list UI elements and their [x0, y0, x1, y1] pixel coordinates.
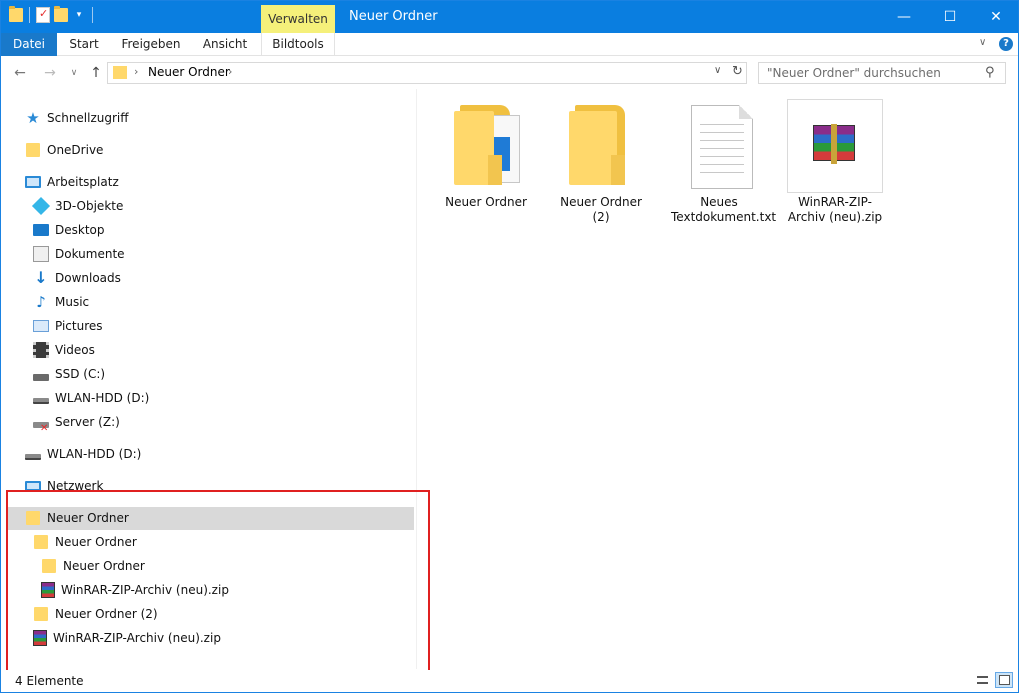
new-folder-icon[interactable] [54, 6, 68, 22]
close-button[interactable]: ✕ [973, 1, 1018, 33]
navigation-pane: ★ Schnellzugriff OneDrive Arbeitsplatz 3… [1, 89, 430, 676]
sidebar-item-label: WLAN-HDD (D:) [47, 447, 142, 461]
sidebar-item-label: Arbeitsplatz [47, 175, 119, 189]
maximize-button[interactable]: ☐ [927, 1, 973, 33]
back-button[interactable]: ← [11, 63, 29, 83]
sidebar-item-label: OneDrive [47, 143, 104, 157]
sidebar-item-label: Dokumente [55, 247, 125, 261]
sidebar-item-label: SSD (C:) [55, 367, 106, 381]
text-document-icon [671, 99, 767, 191]
sidebar-item-label: 3D-Objekte [55, 199, 124, 213]
breadcrumb-current[interactable]: Neuer Ordner [148, 65, 230, 79]
sidebar-item-videos[interactable]: Videos [33, 339, 95, 361]
sidebar-item-label: Pictures [55, 319, 103, 333]
3d-objects-icon [31, 196, 51, 216]
sidebar-item-label: Downloads [55, 271, 121, 285]
hdd-drive-icon [25, 454, 41, 460]
file-name: Neues Textdokument.txt [671, 195, 777, 224]
sidebar-item-label: Desktop [55, 223, 105, 237]
search-input[interactable]: "Neuer Ordner" durchsuchen ⚲ [758, 62, 1006, 84]
disconnected-drive-icon [33, 418, 49, 440]
up-button[interactable]: ↑ [87, 63, 105, 83]
navigation-bar: ← → ∨ ↑ › Neuer Ordner › ∨ ↻ "Neuer Ordn… [1, 57, 1018, 89]
details-view-icon[interactable] [973, 672, 991, 688]
minimize-button[interactable]: — [881, 1, 927, 33]
toolbar-divider [92, 7, 93, 23]
tab-verwalten[interactable]: Verwalten [261, 5, 335, 33]
title-bar: ✓ ▾ Verwalten Neuer Ordner — ☐ ✕ [1, 1, 1018, 33]
sidebar-item-schnellzugriff[interactable]: ★ Schnellzugriff [25, 107, 129, 129]
folder-icon [9, 6, 23, 22]
file-item[interactable]: Neuer Ordner (2) [553, 99, 649, 225]
sidebar-item-wlan-hdd-d[interactable]: WLAN-HDD (D:) [33, 387, 149, 409]
folder-with-content-icon [438, 99, 534, 191]
hdd-drive-icon [33, 398, 49, 404]
file-name: Neuer Ordner [445, 195, 527, 209]
file-item[interactable]: Neues Textdokument.txt [671, 99, 777, 225]
properties-icon[interactable]: ✓ [36, 7, 50, 23]
ssd-drive-icon [33, 373, 49, 381]
large-icons-view-icon[interactable] [995, 672, 1013, 688]
highlight-box [6, 490, 430, 676]
search-placeholder: "Neuer Ordner" durchsuchen [767, 66, 941, 80]
item-count: 4 Elemente [15, 674, 84, 688]
folder-icon [113, 66, 127, 79]
sidebar-item-music[interactable]: ♪ Music [33, 291, 89, 313]
downloads-icon: ↓ [34, 268, 48, 287]
computer-icon [25, 176, 41, 188]
sidebar-item-label: Schnellzugriff [47, 111, 129, 125]
sidebar-item-pictures[interactable]: Pictures [33, 315, 103, 337]
refresh-icon[interactable]: ↻ [732, 64, 743, 79]
tab-ansicht[interactable]: Ansicht [191, 33, 259, 56]
customize-toolbar-icon[interactable]: ▾ [72, 7, 86, 23]
star-icon: ★ [26, 109, 40, 127]
winrar-archive-icon [787, 99, 883, 193]
forward-button[interactable]: → [41, 63, 59, 83]
tab-datei[interactable]: Datei [1, 33, 57, 56]
sidebar-item-ssd-c[interactable]: SSD (C:) [33, 363, 105, 385]
toolbar-divider [29, 7, 30, 23]
sidebar-item-server-z[interactable]: Server (Z:) [33, 411, 120, 440]
expand-ribbon-icon[interactable]: ∨ [979, 37, 986, 48]
sidebar-item-onedrive[interactable]: OneDrive [25, 139, 103, 161]
file-list: Neuer Ordner Neuer Ordner (2) Neues Text… [418, 89, 1018, 669]
file-item[interactable]: Neuer Ordner [438, 99, 534, 210]
breadcrumb-separator[interactable]: › [134, 65, 138, 78]
ribbon-tabs: Datei Start Freigeben Ansicht Bildtools … [1, 33, 1018, 56]
file-item[interactable]: WinRAR-ZIP-Archiv (neu).zip [787, 99, 883, 225]
search-icon[interactable]: ⚲ [985, 65, 995, 80]
file-name: WinRAR-ZIP-Archiv (neu).zip [787, 195, 883, 224]
sidebar-item-label: WLAN-HDD (D:) [55, 391, 150, 405]
help-icon[interactable]: ? [999, 37, 1013, 51]
file-name: Neuer Ordner (2) [560, 195, 642, 224]
desktop-icon [33, 224, 49, 236]
documents-icon [33, 246, 49, 262]
sidebar-item-downloads[interactable]: ↓ Downloads [33, 267, 121, 289]
sidebar-item-3d-objekte[interactable]: 3D-Objekte [31, 195, 124, 217]
tab-freigeben[interactable]: Freigeben [111, 33, 191, 56]
breadcrumb-separator[interactable]: › [228, 65, 232, 78]
sidebar-item-label: Server (Z:) [55, 415, 120, 429]
sidebar-item-desktop[interactable]: Desktop [33, 219, 105, 241]
videos-icon [33, 342, 49, 358]
quick-access-toolbar: ✓ ▾ [9, 6, 95, 23]
address-dropdown-icon[interactable]: ∨ [714, 65, 721, 76]
music-icon: ♪ [36, 293, 46, 311]
sidebar-item-dokumente[interactable]: Dokumente [33, 243, 125, 265]
recent-locations-button[interactable]: ∨ [65, 63, 83, 83]
status-bar: 4 Elemente [1, 670, 1018, 692]
file-explorer-window: ✓ ▾ Verwalten Neuer Ordner — ☐ ✕ Datei S… [0, 0, 1019, 693]
sidebar-item-arbeitsplatz[interactable]: Arbeitsplatz [25, 171, 119, 193]
tab-bildtools[interactable]: Bildtools [261, 33, 335, 56]
pictures-icon [33, 320, 49, 332]
sidebar-item-label: Music [55, 295, 90, 309]
sidebar-item-wlan-hdd-d-root[interactable]: WLAN-HDD (D:) [25, 443, 141, 465]
address-bar[interactable]: › Neuer Ordner › ∨ ↻ [107, 62, 747, 84]
empty-folder-icon [553, 99, 649, 191]
folder-icon [26, 143, 40, 157]
tab-start[interactable]: Start [57, 33, 111, 56]
sidebar-item-label: Videos [55, 343, 95, 357]
window-title: Neuer Ordner [349, 9, 438, 24]
